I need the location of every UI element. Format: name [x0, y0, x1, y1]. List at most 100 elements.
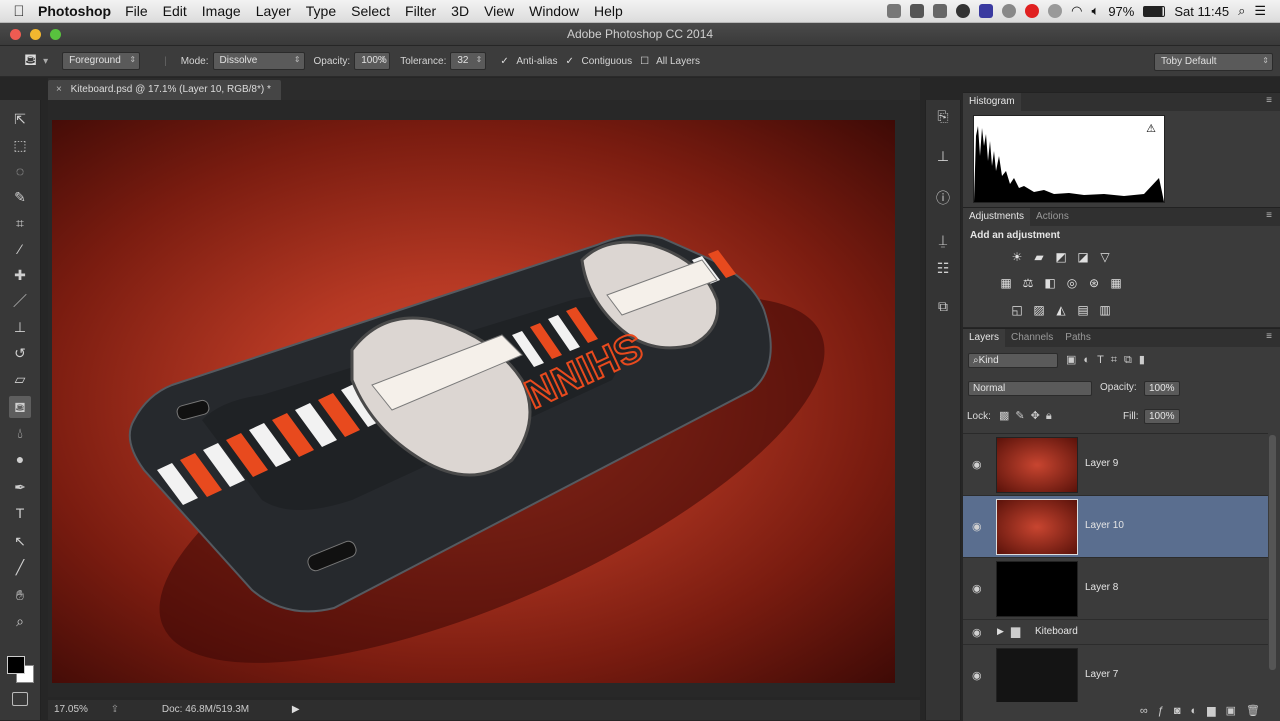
filter-toggle-icon[interactable]: ▮ [1139, 354, 1152, 366]
filter-adjustment-icon[interactable]: ◐ [1083, 354, 1097, 366]
image-canvas[interactable]: SHINN [52, 120, 895, 683]
threshold-icon[interactable]: ◭ [1053, 303, 1069, 317]
histogram-panel-menu-icon[interactable]: ≡ [1266, 95, 1272, 106]
curves-icon[interactable]: ◩ [1053, 250, 1069, 264]
invert-icon[interactable]: ◱ [1009, 303, 1025, 317]
quick-selection-tool-icon[interactable]: ✎ [9, 186, 31, 208]
visibility-eye-icon[interactable]: ◉ [972, 520, 982, 533]
layer-group-kiteboard[interactable]: ◉ ▶ ▆ Kiteboard [963, 620, 1268, 645]
volume-icon[interactable]: 🔈︎ [1092, 3, 1100, 19]
battery-text[interactable]: 97% [1108, 4, 1134, 19]
export-icon[interactable]: ⇪ [111, 704, 119, 715]
tolerance-input[interactable]: 32 [450, 52, 487, 70]
visibility-eye-icon[interactable]: ◉ [972, 582, 982, 595]
filter-type-icon[interactable]: T [1097, 354, 1111, 366]
contiguous-checkbox[interactable]: ✓ [565, 56, 574, 67]
eraser-tool-icon[interactable]: ▱ [9, 368, 31, 390]
tab-histogram[interactable]: Histogram [963, 93, 1021, 111]
delete-layer-icon[interactable]: 🗑︎ [1246, 705, 1270, 717]
clock[interactable]: Sat 11:45 [1174, 4, 1229, 19]
type-tool-icon[interactable]: T [9, 502, 31, 524]
lock-pixels-icon[interactable]: ✎ [1015, 410, 1030, 422]
menu-image[interactable]: Image [202, 3, 241, 19]
layer-row-layer-8[interactable]: ◉ Layer 8 [963, 558, 1268, 620]
marquee-tool-icon[interactable]: ⬚ [9, 134, 31, 156]
selective-color-icon[interactable]: ▥ [1097, 303, 1113, 317]
dropbox-icon[interactable] [910, 4, 925, 18]
blur-tool-icon[interactable]: 💧︎ [9, 422, 31, 444]
layer-style-icon[interactable]: ƒ [1158, 705, 1174, 717]
adjustments-panel-menu-icon[interactable]: ≡ [1266, 210, 1272, 221]
path-selection-tool-icon[interactable]: ↖ [9, 530, 31, 552]
menu-type[interactable]: Type [306, 3, 336, 19]
new-layer-icon[interactable]: ▣ [1226, 705, 1246, 717]
workspace-select[interactable]: Toby Default [1154, 53, 1273, 71]
move-tool-icon[interactable]: ⇱ [9, 108, 31, 130]
crop-tool-icon[interactable]: ⌗ [9, 212, 31, 234]
tab-adjustments[interactable]: Adjustments [963, 208, 1031, 226]
menu-filter[interactable]: Filter [405, 3, 436, 19]
apple-icon[interactable]:  [0, 3, 38, 20]
visibility-eye-icon[interactable]: ◉ [972, 458, 982, 471]
menu-window[interactable]: Window [529, 3, 579, 19]
all-layers-checkbox[interactable]: ☐ [640, 56, 649, 67]
filter-shape-icon[interactable]: ⌗ [1111, 354, 1124, 366]
layers-panel-menu-icon[interactable]: ≡ [1266, 331, 1272, 342]
time-machine-icon[interactable] [1048, 4, 1063, 18]
gradient-map-icon[interactable]: ▤ [1075, 303, 1091, 317]
zoom-window-icon[interactable] [50, 29, 61, 40]
paint-bucket-tool-icon[interactable]: ⛾ [9, 396, 31, 418]
info-panel-icon[interactable]: ⓘ [933, 188, 953, 208]
posterize-icon[interactable]: ▨ [1031, 303, 1047, 317]
menu-view[interactable]: View [484, 3, 514, 19]
dodge-tool-icon[interactable]: ● [9, 448, 31, 470]
tool-preset-dropdown-icon[interactable]: ▾ [43, 56, 48, 67]
clone-stamp-tool-icon[interactable]: ⊥ [9, 316, 31, 338]
tab-channels[interactable]: Channels [1005, 329, 1059, 347]
healing-brush-tool-icon[interactable]: ✚ [9, 264, 31, 286]
foreground-color-swatch[interactable] [7, 656, 25, 674]
brushes-panel-icon[interactable]: ⊥ [933, 146, 953, 166]
levels-icon[interactable]: ▰ [1031, 250, 1047, 264]
tray-icon-6[interactable] [1002, 4, 1017, 18]
menu-layer[interactable]: Layer [256, 3, 291, 19]
menu-file[interactable]: File [125, 3, 148, 19]
menu-3d[interactable]: 3D [451, 3, 469, 19]
eyedropper-tool-icon[interactable]: ⁄ [9, 238, 31, 260]
history-brush-tool-icon[interactable]: ↺ [9, 342, 31, 364]
history-panel-icon[interactable]: ⎘ [933, 106, 953, 126]
tab-actions[interactable]: Actions [1030, 208, 1075, 226]
zoom-level[interactable]: 17.05% [54, 704, 88, 715]
battery-icon[interactable] [1143, 5, 1166, 17]
blend-mode-select[interactable]: Normal [968, 381, 1092, 396]
layer-row-layer-10[interactable]: ◉ Layer 10 [963, 496, 1268, 558]
lasso-tool-icon[interactable]: ◌ [9, 160, 31, 182]
layer-row-layer-7[interactable]: ◉ Layer 7 [963, 645, 1268, 702]
close-tab-icon[interactable]: × [56, 84, 62, 95]
properties-panel-icon[interactable]: ☷ [933, 258, 953, 278]
notification-center-icon[interactable]: ☰ [1254, 3, 1266, 19]
line-tool-icon[interactable]: ╱ [9, 556, 31, 578]
status-menu-arrow-icon[interactable]: ▶ [292, 704, 300, 715]
cache-warning-icon[interactable]: ⚠ [1146, 122, 1156, 135]
visibility-eye-icon[interactable]: ◉ [972, 669, 982, 682]
brush-tool-icon[interactable]: ／ [9, 290, 31, 312]
filter-pixel-icon[interactable]: ▣ [1066, 354, 1083, 366]
hue-saturation-icon[interactable]: ▦ [998, 276, 1014, 290]
brightness-contrast-icon[interactable]: ☀ [1009, 250, 1025, 264]
color-balance-icon[interactable]: ⚖ [1020, 276, 1036, 290]
zoom-tool-icon[interactable]: ⌕ [9, 610, 31, 632]
hand-tool-icon[interactable]: ✋︎ [9, 584, 31, 606]
fill-input[interactable]: 100% [1144, 409, 1180, 424]
new-adjustment-layer-icon[interactable]: ◐ [1191, 705, 1208, 717]
app-menu[interactable]: Photoshop [38, 3, 111, 19]
filter-smart-object-icon[interactable]: ⧉ [1124, 354, 1139, 366]
tray-icon-4[interactable] [956, 4, 971, 18]
tray-icon-3[interactable] [933, 4, 948, 18]
document-tab[interactable]: × Kiteboard.psd @ 17.1% (Layer 10, RGB/8… [48, 80, 281, 100]
color-lookup-icon[interactable]: ▦ [1108, 276, 1124, 290]
mode-select[interactable]: Dissolve [212, 52, 305, 70]
layer-opacity-input[interactable]: 100% [1144, 381, 1180, 396]
link-layers-icon[interactable]: ∞ [1140, 705, 1158, 717]
pen-tool-icon[interactable]: ✒ [9, 476, 31, 498]
